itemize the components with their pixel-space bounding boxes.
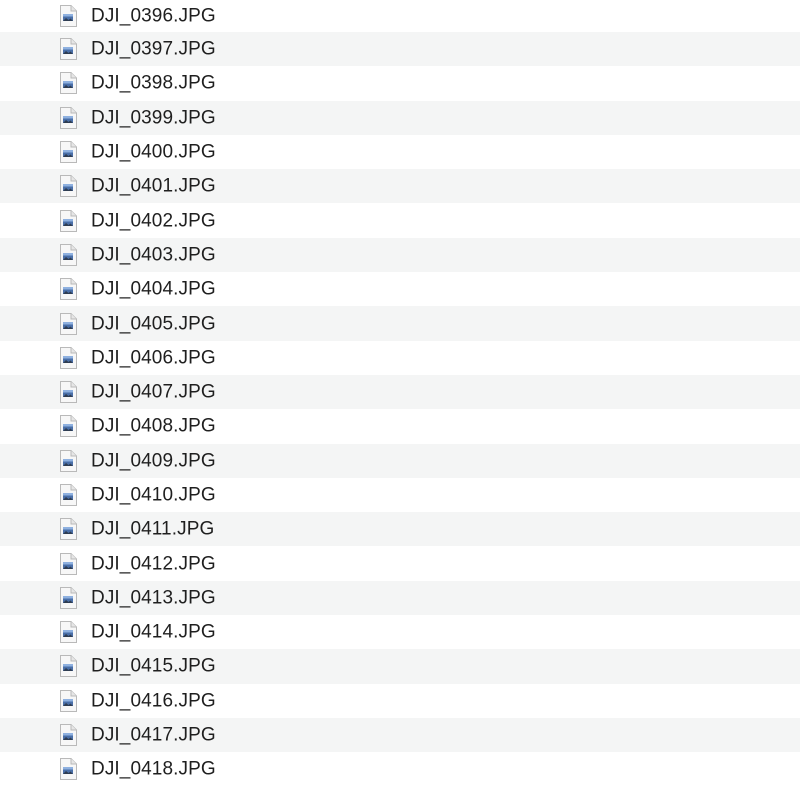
file-row[interactable]: DJI_0412.JPG — [0, 546, 800, 581]
jpeg-file-icon — [59, 175, 77, 198]
jpeg-file-icon — [59, 552, 77, 575]
file-row[interactable]: DJI_0407.JPG — [0, 374, 800, 410]
file-row[interactable]: DJI_0397.JPG — [0, 32, 800, 67]
file-name-label: DJI_0413.JPG — [91, 587, 216, 609]
jpeg-file-icon — [59, 106, 77, 129]
file-row[interactable]: DJI_0396.JPG — [0, 0, 800, 32]
jpeg-file-icon — [59, 141, 77, 164]
jpeg-file-icon — [59, 381, 77, 404]
file-name-label: DJI_0404.JPG — [91, 278, 216, 300]
file-row[interactable]: DJI_0411.JPG — [0, 512, 800, 547]
file-name-label: DJI_0397.JPG — [91, 38, 216, 60]
file-name-label: DJI_0418.JPG — [91, 758, 216, 780]
file-name-label: DJI_0417.JPG — [91, 724, 216, 746]
jpeg-file-icon — [59, 38, 77, 61]
file-name-label: DJI_0406.JPG — [91, 347, 216, 369]
file-row[interactable]: DJI_0415.JPG — [0, 649, 800, 684]
file-row[interactable]: DJI_0404.JPG — [0, 272, 800, 307]
file-row[interactable]: DJI_0417.JPG — [0, 717, 800, 753]
file-row[interactable]: DJI_0414.JPG — [0, 615, 800, 650]
file-name-label: DJI_0407.JPG — [91, 381, 216, 403]
file-name-label: DJI_0403.JPG — [91, 244, 216, 266]
file-name-label: DJI_0402.JPG — [91, 210, 216, 232]
file-row[interactable]: DJI_0405.JPG — [0, 306, 800, 341]
jpeg-file-icon — [59, 278, 77, 301]
file-row[interactable]: DJI_0406.JPG — [0, 340, 800, 375]
jpeg-file-icon — [59, 5, 77, 27]
jpeg-file-icon — [59, 72, 77, 95]
file-name-label: DJI_0405.JPG — [91, 313, 216, 335]
file-row[interactable]: DJI_0410.JPG — [0, 477, 800, 513]
jpeg-file-icon — [59, 586, 77, 609]
file-name-label: DJI_0398.JPG — [91, 72, 216, 94]
file-name-label: DJI_0410.JPG — [91, 484, 216, 506]
file-name-label: DJI_0396.JPG — [91, 5, 216, 27]
file-name-label: DJI_0409.JPG — [91, 450, 216, 472]
jpeg-file-icon — [59, 621, 77, 644]
jpeg-file-icon — [59, 758, 77, 781]
file-name-label: DJI_0408.JPG — [91, 415, 216, 437]
jpeg-file-icon — [59, 689, 77, 712]
file-row[interactable]: DJI_0409.JPG — [0, 443, 800, 478]
file-row[interactable]: DJI_0401.JPG — [0, 169, 800, 204]
file-row[interactable]: DJI_0399.JPG — [0, 100, 800, 135]
file-row[interactable]: DJI_0400.JPG — [0, 134, 800, 170]
file-row[interactable]: DJI_0403.JPG — [0, 237, 800, 273]
file-row[interactable]: DJI_0398.JPG — [0, 66, 800, 101]
file-name-label: DJI_0416.JPG — [91, 690, 216, 712]
jpeg-file-icon — [59, 484, 77, 506]
file-name-label: DJI_0414.JPG — [91, 621, 216, 643]
jpeg-file-icon — [59, 312, 77, 335]
jpeg-file-icon — [59, 449, 77, 472]
file-row[interactable]: DJI_0416.JPG — [0, 683, 800, 718]
file-list: DJI_0396.JPG DJI_0397.JPG DJI_0398.JPG DJI_… — [0, 0, 800, 790]
file-name-label: DJI_0415.JPG — [91, 655, 216, 677]
jpeg-file-icon — [59, 209, 77, 232]
file-row[interactable]: DJI_0413.JPG — [0, 580, 800, 616]
jpeg-file-icon — [59, 724, 77, 747]
file-name-label: DJI_0401.JPG — [91, 175, 216, 197]
file-name-label: DJI_0412.JPG — [91, 553, 216, 575]
file-name-label: DJI_0399.JPG — [91, 107, 216, 129]
jpeg-file-icon — [59, 243, 77, 266]
file-name-label: DJI_0411.JPG — [91, 518, 215, 540]
jpeg-file-icon — [59, 415, 77, 438]
file-row[interactable]: DJI_0418.JPG — [0, 752, 800, 787]
jpeg-file-icon — [59, 518, 77, 541]
file-row[interactable]: DJI_0408.JPG — [0, 409, 800, 444]
jpeg-file-icon — [59, 655, 77, 678]
jpeg-file-icon — [59, 346, 77, 369]
file-row[interactable]: DJI_0402.JPG — [0, 203, 800, 238]
file-name-label: DJI_0400.JPG — [91, 141, 216, 163]
